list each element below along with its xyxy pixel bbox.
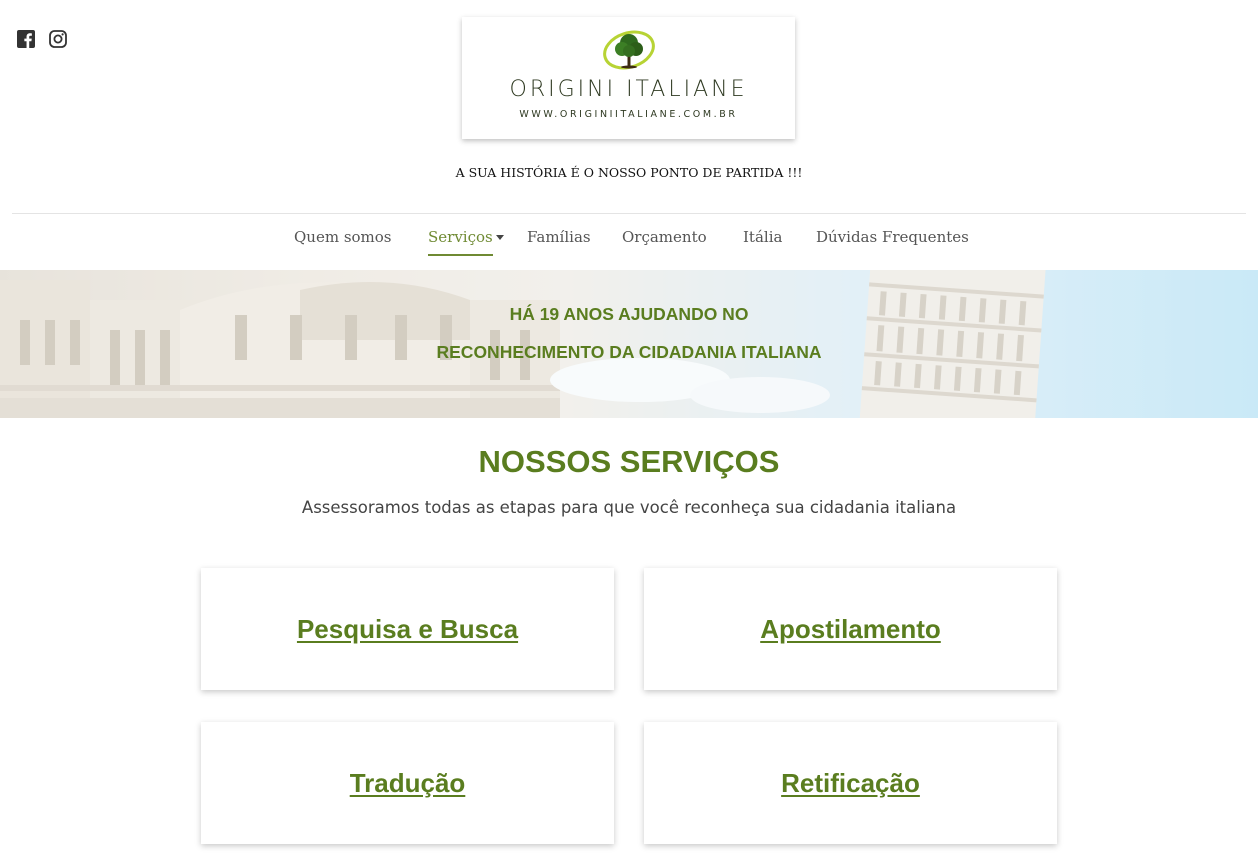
header-divider [12,213,1246,214]
nav-item-servicos[interactable]: Serviços [428,228,493,256]
hero-heading-line1: HÁ 19 ANOS AJUDANDO NO [509,304,749,324]
nav-item-quem-somos[interactable]: Quem somos [294,228,392,254]
service-link-traducao[interactable]: Tradução [350,768,466,799]
nav-item-orcamento[interactable]: Orçamento [622,228,707,254]
logo-name: ORIGINI ITALIANE [509,77,748,102]
facebook-icon[interactable] [16,29,36,49]
hero-heading-line2: RECONHECIMENTO DA CIDADANIA ITALIANA [436,342,822,362]
site-logo[interactable]: ORIGINI ITALIANE WWW.ORIGINIITALIANE.COM… [462,17,795,139]
services-title: NOSSOS SERVIÇOS [478,444,780,479]
logo-url: WWW.ORIGINIITALIANE.COM.BR [519,109,738,120]
service-link-apostilamento[interactable]: Apostilamento [760,614,941,645]
social-links [16,29,68,49]
tree-logo-icon [603,30,655,70]
site-tagline: A SUA HISTÓRIA É O NOSSO PONTO DE PARTID… [455,165,803,180]
service-card-traducao[interactable]: Tradução [201,722,614,844]
service-card-apostilamento[interactable]: Apostilamento [644,568,1057,690]
hero-banner: HÁ 19 ANOS AJUDANDO NO RECONHECIMENTO DA… [0,270,1258,418]
service-card-pesquisa[interactable]: Pesquisa e Busca [201,568,614,690]
service-card-retificacao[interactable]: Retificação [644,722,1057,844]
service-link-pesquisa[interactable]: Pesquisa e Busca [297,614,518,645]
services-subtitle: Assessoramos todas as etapas para que vo… [301,498,957,517]
nav-item-italia[interactable]: Itália [743,228,782,254]
nav-item-familias[interactable]: Famílias [527,228,591,254]
dropdown-caret-icon[interactable] [496,235,504,240]
main-nav: Quem somos Serviços Famílias Orçamento I… [0,228,1258,258]
service-link-retificacao[interactable]: Retificação [781,768,920,799]
instagram-icon[interactable] [48,29,68,49]
nav-item-duvidas-frequentes[interactable]: Dúvidas Frequentes [816,228,969,254]
